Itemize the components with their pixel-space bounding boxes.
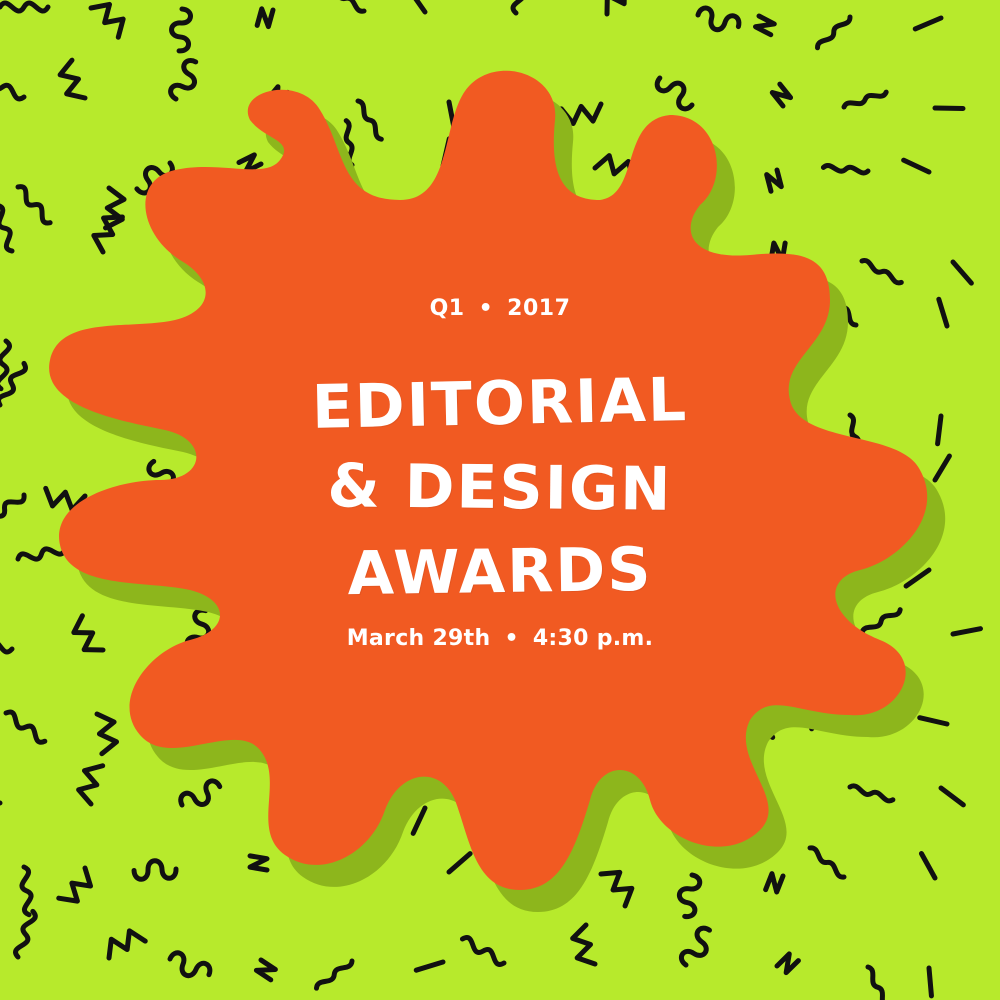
squiggle-line [926,965,934,999]
event-title: EDITORIAL & DESIGN AWARDS [0,362,1000,614]
quarter-label: Q1 [429,296,465,321]
bullet-separator: • [478,296,494,321]
title-line-1: EDITORIAL [311,365,689,443]
event-time: 4:30 p.m. [532,626,654,651]
event-poster: Q1 • 2017 EDITORIAL & DESIGN AWARDS March … [0,0,1000,1000]
quarter-year-line: Q1 • 2017 [0,296,1000,321]
event-date: March 29th [346,626,491,651]
date-time-line: March 29th • 4:30 p.m. [0,626,1000,651]
year-label: 2017 [507,296,571,321]
title-line-3: AWARDS [347,534,653,610]
bullet-separator: • [504,626,519,651]
title-line-2: & DESIGN [327,451,673,525]
